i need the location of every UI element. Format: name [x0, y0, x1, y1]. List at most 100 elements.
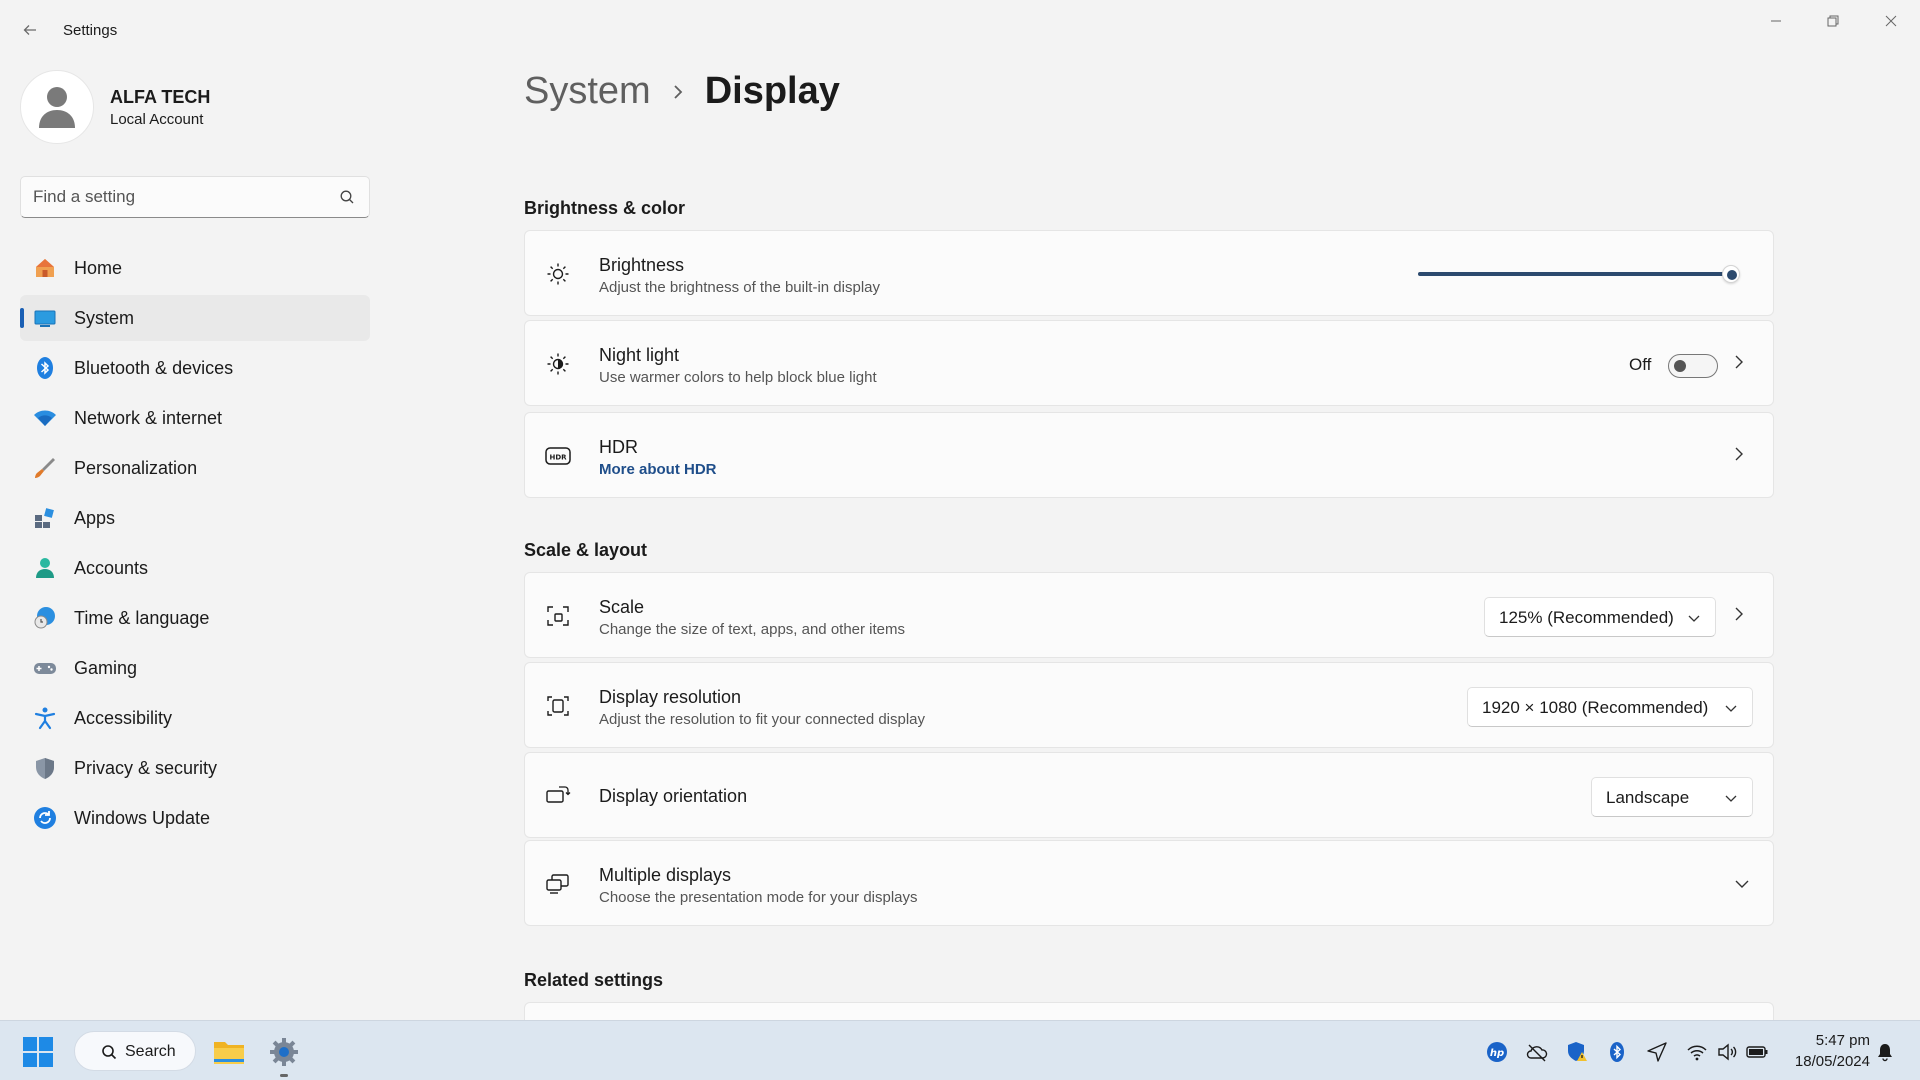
brightness-description: Adjust the brightness of the built-in di…: [599, 279, 880, 296]
sidebar-item-label: Accessibility: [74, 707, 173, 728]
sidebar-item-system[interactable]: System: [20, 295, 370, 341]
apps-icon: [32, 505, 58, 531]
sidebar-item-time-language[interactable]: Time & language: [20, 595, 370, 641]
multiple-displays-icon: [545, 871, 571, 897]
start-button[interactable]: [22, 1036, 54, 1068]
chevron-down-icon: [1687, 611, 1701, 625]
taskbar-clock[interactable]: 5:47 pm 18/05/2024: [1780, 1030, 1870, 1072]
scale-dropdown[interactable]: 125% (Recommended): [1484, 597, 1716, 637]
hp-icon[interactable]: hp: [1486, 1041, 1508, 1063]
scale-card[interactable]: Scale Change the size of text, apps, and…: [524, 572, 1774, 658]
section-title-related-settings: Related settings: [524, 970, 664, 990]
resolution-selected-value: 1920 × 1080 (Recommended): [1482, 698, 1709, 717]
multiple-displays-card[interactable]: Multiple displays Choose the presentatio…: [524, 840, 1774, 926]
sidebar-item-privacy[interactable]: Privacy & security: [20, 745, 370, 791]
search-input[interactable]: [33, 186, 333, 208]
sidebar-nav: Home System Bluetooth & devices Network …: [20, 245, 370, 845]
brush-icon: [32, 455, 58, 481]
brightness-card: Brightness Adjust the brightness of the …: [524, 230, 1774, 316]
taskbar-search[interactable]: Search: [74, 1031, 196, 1071]
notification-bell-icon[interactable]: [1874, 1041, 1896, 1063]
hdr-card[interactable]: HDR HDR More about HDR: [524, 412, 1774, 498]
sidebar-item-accounts[interactable]: Accounts: [20, 545, 370, 591]
resolution-dropdown[interactable]: 1920 × 1080 (Recommended): [1467, 687, 1753, 727]
slider-thumb[interactable]: [1722, 265, 1740, 283]
scale-description: Change the size of text, apps, and other…: [599, 621, 906, 638]
search-icon[interactable]: [339, 189, 355, 205]
sidebar-item-personalization[interactable]: Personalization: [20, 445, 370, 491]
sidebar-item-accessibility[interactable]: Accessibility: [20, 695, 370, 741]
breadcrumb-chevron-icon: [671, 84, 685, 100]
scale-selected-value: 125% (Recommended): [1499, 608, 1674, 627]
orientation-title: Display orientation: [599, 786, 748, 806]
hdr-title: HDR: [599, 437, 638, 457]
display-orientation-card: Display orientation Landscape: [524, 752, 1774, 838]
sidebar-item-gaming[interactable]: Gaming: [20, 645, 370, 691]
gamepad-icon: [32, 655, 58, 681]
breadcrumb-parent[interactable]: System: [524, 70, 651, 113]
night-light-title: Night light: [599, 345, 680, 365]
close-icon: [1885, 15, 1897, 27]
more-about-hdr-link[interactable]: More about HDR: [599, 461, 717, 478]
slider-track[interactable]: [1418, 272, 1728, 276]
svg-text:hp: hp: [1490, 1048, 1504, 1059]
battery-icon[interactable]: [1746, 1041, 1768, 1063]
person-icon: [39, 87, 75, 128]
sidebar-item-label: System: [74, 307, 135, 328]
settings-search: [20, 176, 370, 218]
restore-button[interactable]: [1810, 6, 1856, 36]
clock-time: 5:47 pm: [1815, 1032, 1870, 1049]
sidebar-item-label: Windows Update: [74, 807, 211, 828]
clock-date: 18/05/2024: [1794, 1053, 1870, 1070]
restore-icon: [1827, 15, 1839, 27]
sidebar-item-label: Gaming: [74, 657, 138, 678]
sidebar-item-label: Home: [74, 257, 123, 278]
folder-icon: [214, 1042, 244, 1064]
chevron-right-icon: [1731, 446, 1747, 462]
section-title-scale-layout: Scale & layout: [524, 540, 648, 560]
night-light-toggle[interactable]: [1668, 354, 1718, 378]
close-button[interactable]: [1868, 6, 1914, 36]
onedrive-offline-icon[interactable]: [1526, 1041, 1548, 1063]
scale-title: Scale: [599, 597, 645, 617]
sidebar-item-windows-update[interactable]: Windows Update: [20, 795, 370, 841]
sidebar-item-label: Accounts: [74, 557, 149, 578]
file-explorer-button[interactable]: [212, 1035, 246, 1069]
minimize-button[interactable]: [1753, 6, 1799, 36]
accounts-icon: [32, 555, 58, 581]
sidebar-item-apps[interactable]: Apps: [20, 495, 370, 541]
night-light-state: Off: [1629, 355, 1652, 374]
wifi-icon[interactable]: [1686, 1041, 1708, 1063]
brightness-slider[interactable]: [1418, 265, 1748, 283]
sidebar-item-label: Apps: [74, 507, 116, 528]
location-icon[interactable]: [1646, 1041, 1668, 1063]
orientation-dropdown[interactable]: Landscape: [1591, 777, 1753, 817]
sidebar-item-label: Network & internet: [74, 407, 223, 428]
sun-icon: [545, 261, 571, 287]
chevron-down-icon[interactable]: [1733, 875, 1751, 893]
hdr-icon: HDR: [545, 443, 571, 469]
settings-app-button[interactable]: [267, 1035, 301, 1077]
night-light-card[interactable]: Night light Use warmer colors to help bl…: [524, 320, 1774, 406]
orientation-icon: [545, 783, 571, 809]
night-light-icon: [545, 351, 571, 377]
sidebar-item-label: Time & language: [74, 607, 210, 628]
security-warning-icon[interactable]: [1566, 1041, 1588, 1063]
taskbar: Search hp 5:47 pm 18/05/2024: [0, 1020, 1920, 1080]
avatar: [20, 70, 94, 144]
volume-icon[interactable]: [1716, 1041, 1738, 1063]
sidebar-item-home[interactable]: Home: [20, 245, 370, 291]
back-arrow-icon: [23, 25, 36, 35]
bluetooth-icon[interactable]: [1606, 1041, 1628, 1063]
accessibility-icon: [32, 705, 58, 731]
search-icon: [102, 1045, 117, 1060]
app-title: Settings: [63, 22, 118, 39]
page-title: Display: [704, 70, 840, 112]
sidebar-item-network[interactable]: Network & internet: [20, 395, 370, 441]
back-button[interactable]: [18, 18, 42, 42]
windows-logo-icon: [23, 1037, 53, 1067]
sidebar-item-bluetooth[interactable]: Bluetooth & devices: [20, 345, 370, 391]
gear-icon: [270, 1038, 298, 1066]
breadcrumb: System Display: [524, 70, 840, 113]
taskbar-search-label: Search: [125, 1043, 176, 1060]
